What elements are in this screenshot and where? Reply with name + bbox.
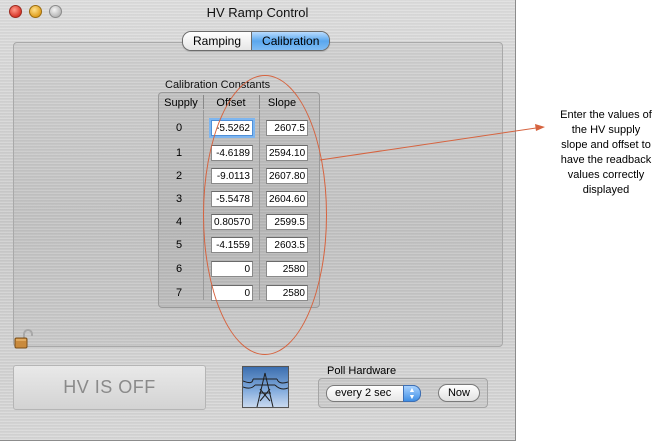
annotation-line: the HV supply xyxy=(571,124,641,136)
annotation-line: values correctly xyxy=(567,169,645,181)
annotation-line: slope and offset to xyxy=(561,139,651,151)
annotation-arrow xyxy=(319,124,545,161)
annotation-line: have the readback xyxy=(560,154,652,166)
annotation-text: Enter the values of the HV supply slope … xyxy=(551,108,659,198)
annotation-line: Enter the values of xyxy=(560,109,652,121)
annotation-line: displayed xyxy=(582,184,630,196)
